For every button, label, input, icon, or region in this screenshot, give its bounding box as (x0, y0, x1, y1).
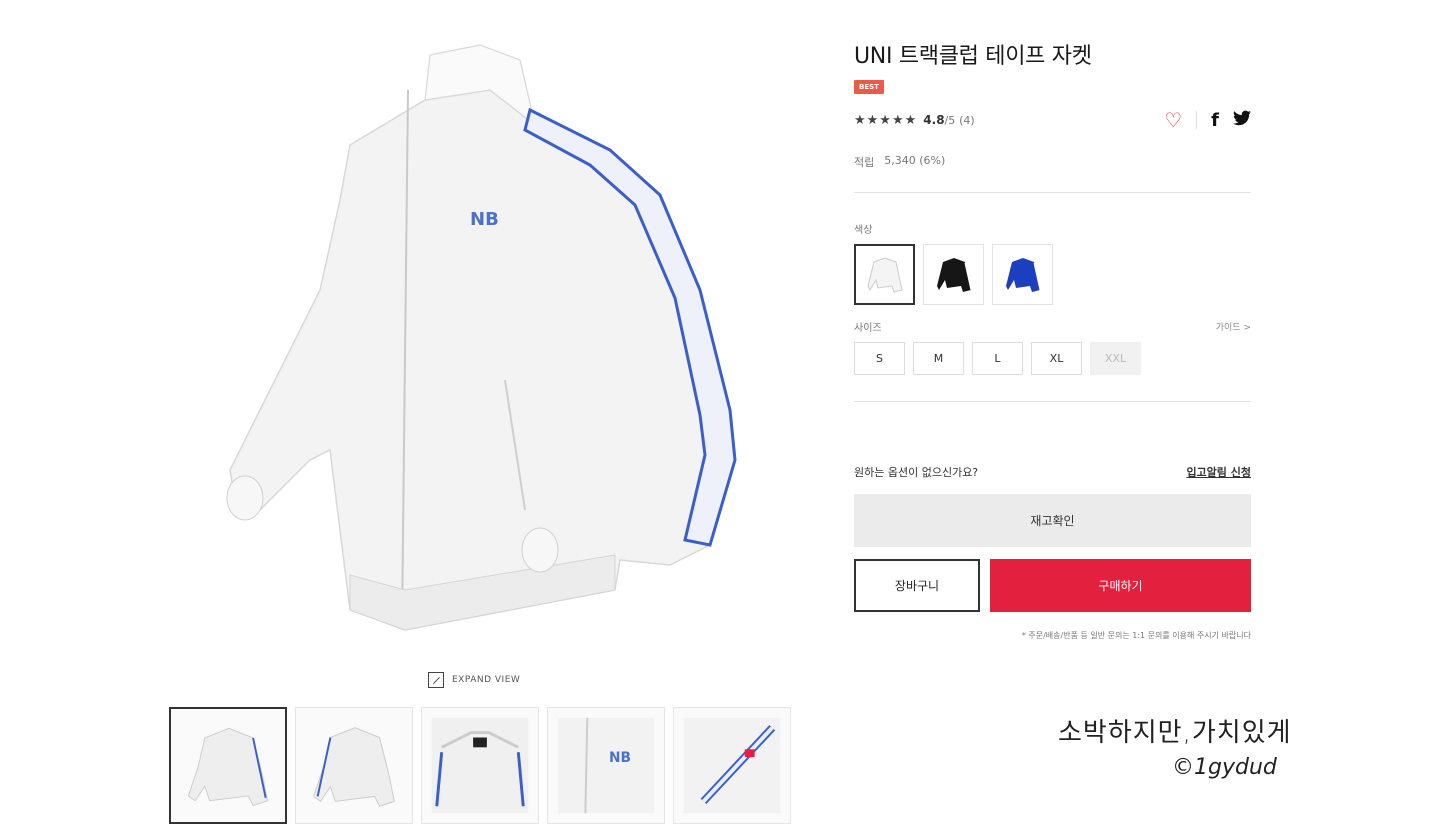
swatch-black[interactable] (923, 244, 984, 305)
size-options: S M L XL XXL (854, 342, 1251, 375)
restock-alert-link[interactable]: 입고알림 신청 (1186, 464, 1251, 480)
purchase-buttons: 장바구니 구매하기 (854, 559, 1251, 612)
points-label: 적립 (854, 156, 875, 169)
review-count: (4) (959, 114, 975, 127)
product-info-panel: UNI 트랙클럽 테이프 자켓 BEST ★★★★★ 4.8/5 (4) ♡ f… (854, 38, 1251, 641)
section-divider (854, 192, 1251, 193)
size-xxl: XXL (1090, 342, 1141, 375)
size-m[interactable]: M (913, 342, 964, 375)
color-label: 색상 (854, 225, 873, 236)
restock-row: 원하는 옵션이 없으신가요? 입고알림 신청 (854, 464, 1251, 480)
expand-view-label: EXPAND VIEW (452, 675, 521, 685)
thumbnail-logo[interactable]: NB (547, 707, 665, 824)
size-xl[interactable]: XL (1031, 342, 1082, 375)
points-row: 적립 5,340 (6%) (854, 154, 1251, 170)
svg-text:NB: NB (470, 209, 499, 230)
expand-view-button[interactable]: EXPAND VIEW (428, 672, 520, 688)
thumbnail-back[interactable] (295, 707, 413, 824)
size-s[interactable]: S (854, 342, 905, 375)
add-to-cart-button[interactable]: 장바구니 (854, 559, 980, 612)
inquiry-notice: * 주문/배송/반품 등 일반 문의는 1:1 문의를 이용해 주시기 바랍니다 (1021, 631, 1251, 640)
svg-text:NB: NB (609, 750, 631, 766)
rating-score: 4.8/5 (4) (923, 113, 975, 127)
points-value: 5,340 (6%) (884, 154, 946, 167)
star-icons: ★★★★★ (854, 112, 918, 128)
size-guide-link[interactable]: 가이드 > (1216, 320, 1251, 333)
main-product-image: NB (190, 30, 770, 650)
watermark-slogan: 소박하지만,가치있게 (1058, 718, 1292, 748)
facebook-icon[interactable]: f (1211, 110, 1219, 131)
jacket-illustration: NB (226, 44, 737, 631)
heart-icon[interactable]: ♡ (1164, 108, 1182, 132)
expand-icon (428, 672, 444, 688)
swatch-blue[interactable] (992, 244, 1053, 305)
size-header: 사이즈 가이드 > (854, 319, 1251, 334)
product-title: UNI 트랙클럽 테이프 자켓 (854, 44, 1092, 69)
twitter-icon[interactable] (1233, 110, 1251, 131)
buy-now-button[interactable]: 구매하기 (990, 559, 1251, 612)
thumbnail-sleeve[interactable] (673, 707, 791, 824)
thumbnail-front[interactable] (169, 707, 287, 824)
watermark: 소박하지만,가치있게 ©1gydud (1058, 712, 1292, 780)
share-actions: ♡ f (1164, 108, 1251, 132)
rating: ★★★★★ 4.8/5 (4) (854, 113, 975, 128)
size-l[interactable]: L (972, 342, 1023, 375)
restock-question: 원하는 옵션이 없으신가요? (854, 466, 979, 479)
thumbnail-collar[interactable] (421, 707, 539, 824)
color-swatches (854, 244, 1251, 305)
swatch-white[interactable] (854, 244, 915, 305)
best-badge: BEST (854, 80, 884, 94)
size-label: 사이즈 (854, 323, 882, 334)
watermark-author: ©1gydud (1172, 755, 1277, 780)
thumbnail-strip: NB (169, 707, 791, 824)
rating-row: ★★★★★ 4.8/5 (4) ♡ f (854, 108, 1251, 132)
section-divider (854, 401, 1251, 402)
stock-check-button[interactable]: 재고확인 (854, 494, 1251, 547)
divider (1196, 111, 1198, 129)
